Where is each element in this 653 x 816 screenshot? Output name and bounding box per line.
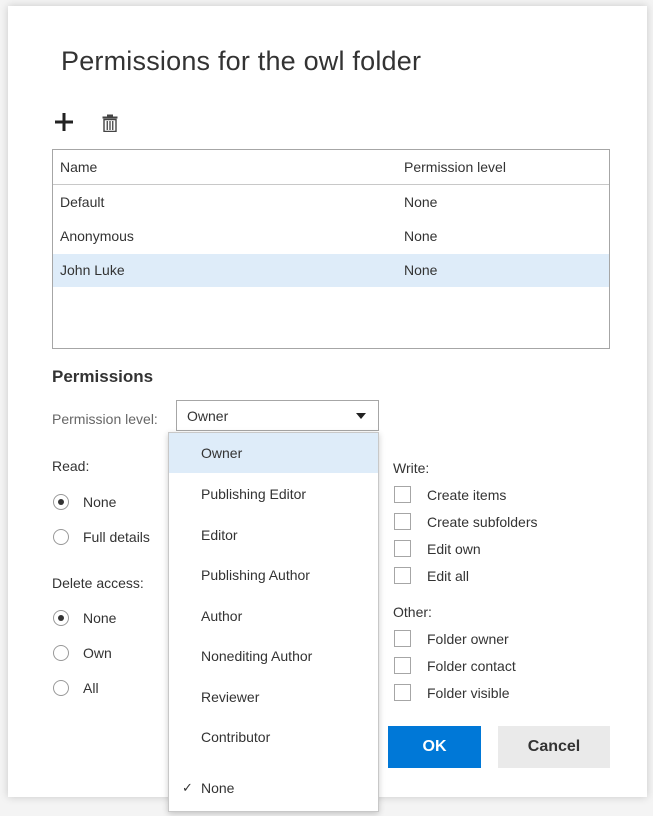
delete-own-label[interactable]: Own xyxy=(83,645,112,661)
menu-item-author[interactable]: Author xyxy=(169,596,378,636)
read-label: Read: xyxy=(52,458,90,474)
caret-down-icon xyxy=(356,413,366,419)
edit-all-checkbox[interactable] xyxy=(394,567,411,584)
folder-owner-label[interactable]: Folder owner xyxy=(427,631,509,647)
delete-all-label[interactable]: All xyxy=(83,680,99,696)
menu-item-owner[interactable]: Owner xyxy=(169,433,378,473)
menu-item-editor[interactable]: Editor xyxy=(169,515,378,555)
menu-item-publishing-author[interactable]: Publishing Author xyxy=(169,555,378,595)
table-header: Name Permission level xyxy=(53,150,609,185)
menu-item-label: Author xyxy=(201,608,243,624)
read-full-details-radio[interactable] xyxy=(53,529,69,545)
menu-item-label: Nonediting Author xyxy=(201,648,313,664)
menu-item-none[interactable]: ✓ None xyxy=(169,768,378,808)
create-items-label[interactable]: Create items xyxy=(427,487,506,503)
create-subfolders-checkbox[interactable] xyxy=(394,513,411,530)
row-permission-level: None xyxy=(404,194,438,210)
folder-visible-label[interactable]: Folder visible xyxy=(427,685,509,701)
menu-item-publishing-editor[interactable]: Publishing Editor xyxy=(169,474,378,514)
cancel-button[interactable]: Cancel xyxy=(498,726,610,768)
menu-item-label: None xyxy=(201,780,235,796)
edit-own-checkbox[interactable] xyxy=(394,540,411,557)
menu-item-label: Publishing Author xyxy=(201,567,310,583)
delete-all-radio[interactable] xyxy=(53,680,69,696)
plus-icon[interactable] xyxy=(54,112,74,132)
menu-item-label: Editor xyxy=(201,527,238,543)
row-name: Default xyxy=(60,194,105,210)
trash-icon[interactable] xyxy=(101,114,119,132)
menu-item-reviewer[interactable]: Reviewer xyxy=(169,677,378,717)
delete-none-radio[interactable] xyxy=(53,610,69,626)
folder-owner-checkbox[interactable] xyxy=(394,630,411,647)
row-permission-level: None xyxy=(404,228,438,244)
column-header-permission-level[interactable]: Permission level xyxy=(404,150,506,184)
dialog-title: Permissions for the owl folder xyxy=(61,46,422,76)
create-items-checkbox[interactable] xyxy=(394,486,411,503)
read-none-radio[interactable] xyxy=(53,494,69,510)
folder-contact-checkbox[interactable] xyxy=(394,657,411,674)
write-label: Write: xyxy=(393,460,430,476)
permission-level-label: Permission level: xyxy=(52,411,158,427)
menu-item-nonediting-author[interactable]: Nonediting Author xyxy=(169,636,378,676)
table-row[interactable]: Anonymous None xyxy=(53,220,609,253)
menu-item-label: Owner xyxy=(201,445,243,461)
delete-own-radio[interactable] xyxy=(53,645,69,661)
read-none-label[interactable]: None xyxy=(83,494,116,510)
checkmark-icon: ✓ xyxy=(182,780,193,795)
permission-level-value: Owner xyxy=(187,408,229,424)
read-full-details-label[interactable]: Full details xyxy=(83,529,150,545)
permission-level-menu: Owner Publishing Editor Editor Publishin… xyxy=(168,432,379,812)
delete-access-label: Delete access: xyxy=(52,575,144,591)
permissions-table: Name Permission level Default None Anony… xyxy=(52,149,610,349)
row-name: John Luke xyxy=(60,262,125,278)
edit-own-label[interactable]: Edit own xyxy=(427,541,481,557)
row-permission-level: None xyxy=(404,262,438,278)
row-name: Anonymous xyxy=(60,228,134,244)
table-row-selected[interactable]: John Luke None xyxy=(53,254,609,287)
table-row[interactable]: Default None xyxy=(53,186,609,219)
folder-visible-checkbox[interactable] xyxy=(394,684,411,701)
permission-level-dropdown[interactable]: Owner xyxy=(176,400,379,431)
folder-contact-label[interactable]: Folder contact xyxy=(427,658,516,674)
column-header-name[interactable]: Name xyxy=(60,150,97,184)
menu-item-label: Publishing Editor xyxy=(201,486,307,502)
other-label: Other: xyxy=(393,604,432,620)
permissions-heading: Permissions xyxy=(52,367,154,386)
create-subfolders-label[interactable]: Create subfolders xyxy=(427,514,538,530)
ok-button[interactable]: OK xyxy=(388,726,481,768)
menu-item-contributor[interactable]: Contributor xyxy=(169,717,378,757)
delete-none-label[interactable]: None xyxy=(83,610,116,626)
edit-all-label[interactable]: Edit all xyxy=(427,568,469,584)
menu-item-label: Contributor xyxy=(201,729,271,745)
menu-item-label: Reviewer xyxy=(201,689,260,705)
